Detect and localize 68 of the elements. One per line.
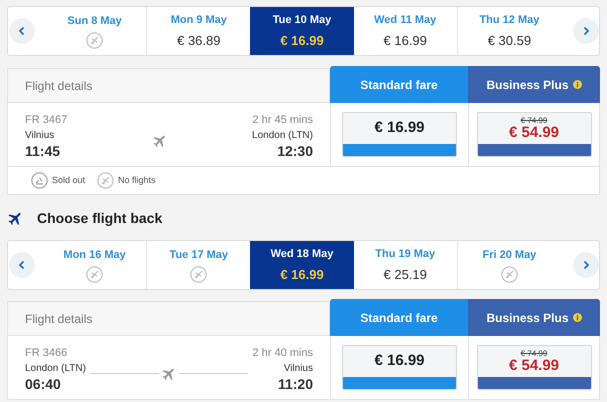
fare-price: € 54.99 [508,125,560,140]
date-label: Wed 11 May [374,13,436,28]
date-price: € 30.59 [488,32,532,50]
fare-price: € 16.99 [373,118,426,138]
date-label: Mon 9 May [170,13,227,28]
chevron-left-icon [17,260,27,270]
departure-time: 06:40 [25,376,62,393]
info-icon [572,313,582,322]
date-tab[interactable]: Wed 18 May € 16.99 [250,241,354,289]
departure-city: Vilnius [25,129,56,143]
header-label: Flight details [25,310,92,328]
departure-city: London (LTN) [25,362,86,376]
standard-fare-button[interactable]: € 16.99 [342,112,457,157]
flight-number: FR 3467 [25,113,68,127]
header-label: Business Plus [486,310,569,326]
flight-duration: 2 hr 40 mins [252,346,313,360]
arrival-city: London (LTN) [252,129,313,143]
next-dates-button[interactable] [573,252,599,278]
departure-time: 11:45 [25,143,62,160]
old-price: € 74.99 [520,350,548,358]
no-flights-icon [97,172,114,189]
sold-out-icon [31,172,48,189]
section-title: Choose flight back [37,208,162,228]
date-label: Fri 20 May [482,248,536,264]
date-label: Sun 8 May [67,14,122,30]
fare-price: € 16.99 [373,351,426,372]
next-dates-button[interactable] [573,18,599,44]
chevron-right-icon [581,260,591,270]
business-plus-fare-button[interactable]: € 74.99 € 54.99 [476,112,592,157]
date-label: Tue 10 May [272,13,332,28]
business-plus-fare-button[interactable]: € 74.99 € 54.99 [476,345,592,390]
no-flights-icon [86,266,104,283]
legend-label: Sold out [52,174,86,187]
date-tab[interactable]: Tue 10 May € 16.99 [250,7,354,55]
arrival-time: 12:30 [277,143,313,160]
date-price: € 16.99 [384,32,427,50]
header-label: Flight details [25,78,92,94]
no-flights-icon [190,266,208,283]
no-flights-icon [86,32,104,49]
legend-label: No flights [118,174,156,187]
old-price: € 74.99 [520,117,548,125]
date-label: Mon 16 May [63,248,126,264]
flight-duration: 2 hr 45 mins [252,113,313,127]
route-line [179,373,248,374]
previous-dates-button[interactable] [9,18,35,44]
date-price: € 25.19 [384,266,427,284]
standard-fare-button[interactable]: € 16.99 [342,345,457,390]
standard-fare-header: Standard fare [330,299,468,336]
date-price: € 36.89 [177,32,220,50]
date-label: Thu 19 May [375,247,436,262]
arrival-city: Vilnius [284,362,313,376]
date-price: € 16.99 [280,266,324,284]
route-line [90,373,160,374]
chevron-right-icon [581,26,591,36]
arrival-time: 11:20 [278,376,313,393]
no-flights-icon [500,266,518,283]
fare-price: € 54.99 [508,358,560,373]
info-icon [572,80,582,89]
date-label: Thu 12 May [479,13,540,28]
plane-icon [152,132,168,148]
standard-fare-header: Standard fare [330,66,468,103]
date-label: Tue 17 May [170,248,228,264]
chevron-left-icon [17,26,27,36]
date-label: Wed 18 May [270,247,334,262]
previous-dates-button[interactable] [9,252,35,278]
header-label: Business Plus [486,76,569,94]
flight-number: FR 3466 [25,346,68,360]
date-price: € 16.99 [280,32,324,50]
